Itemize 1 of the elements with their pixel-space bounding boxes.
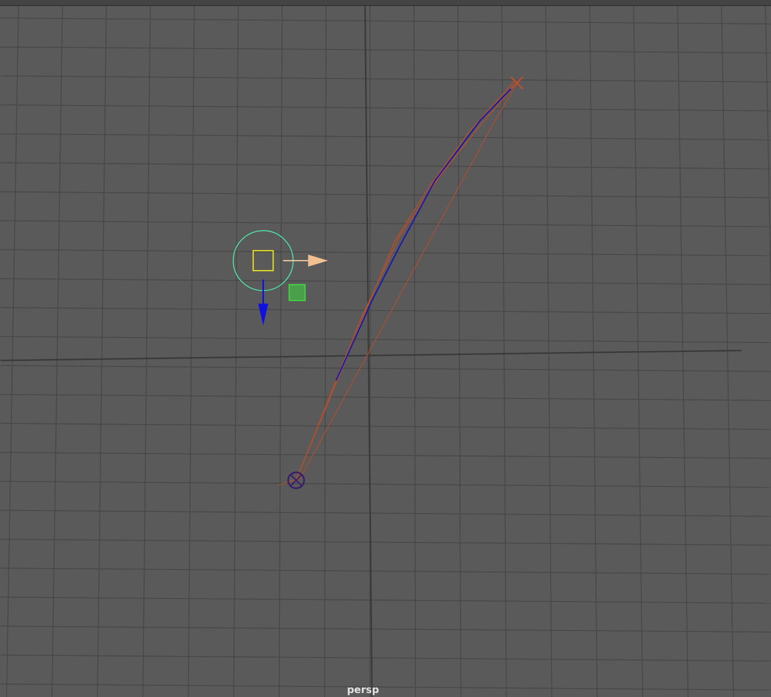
camera-label: persp	[347, 685, 379, 697]
